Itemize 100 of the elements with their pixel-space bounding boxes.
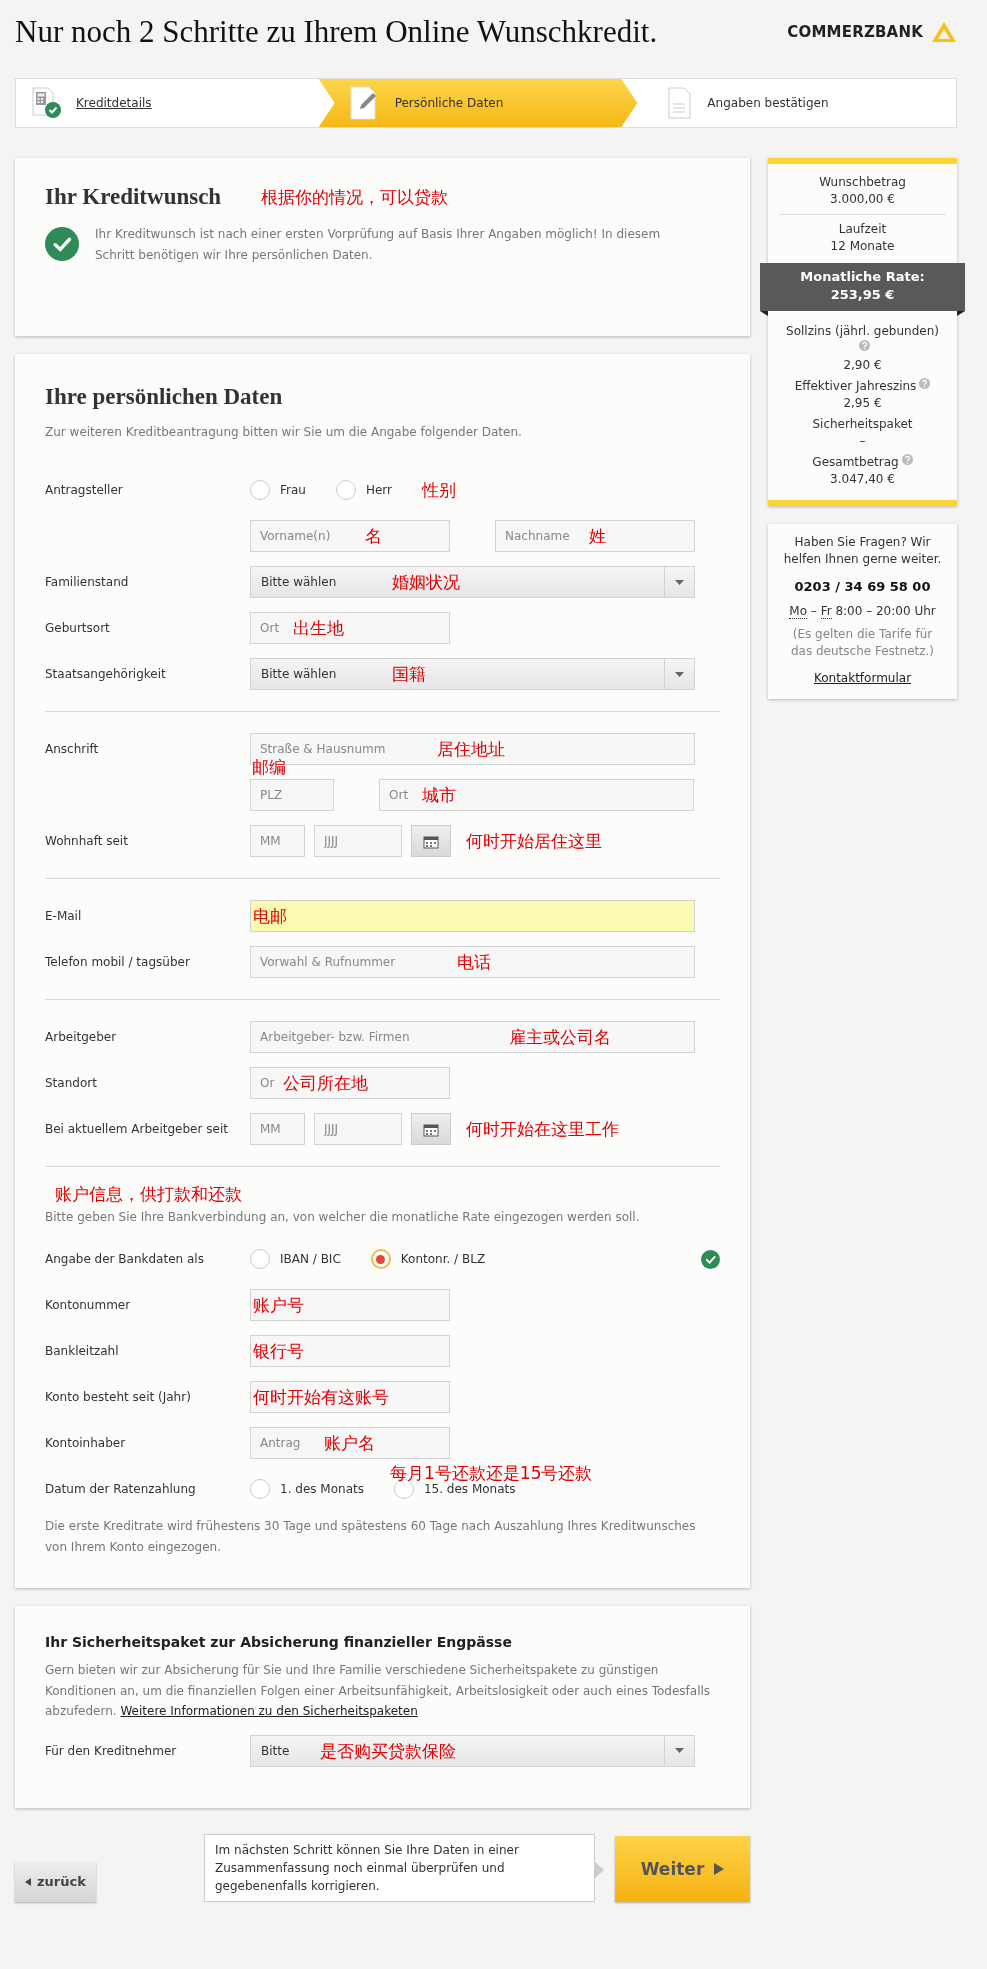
triangle-right-icon: [714, 1862, 725, 1875]
select-field[interactable]: Bitte wählen 国籍: [250, 658, 695, 690]
help-text: Haben Sie Fragen? Wir helfen Ihnen gerne weiter.: [782, 534, 943, 568]
annotation: 雇主或公司名: [508, 1027, 611, 1047]
select-field[interactable]: Bitte wählen 婚姻状况: [250, 566, 695, 598]
radio-label[interactable]: IBAN / BIC: [280, 1252, 341, 1266]
hours-separator: –: [809, 604, 818, 618]
next-button[interactable]: Weiter: [615, 1835, 750, 1902]
annotation: 是否购买贷款保险: [320, 1740, 457, 1761]
info-text: Ihr Kreditwunsch ist nach einer ersten Vorprüfung auf Basis Ihrer Angaben möglich! In diesem Schritt benötigen wir Ihre persönlichen Daten.: [95, 226, 662, 264]
field-label: Familienstand: [45, 575, 129, 589]
radio-button[interactable]: [370, 1249, 391, 1269]
annotation: 银行号: [253, 1341, 304, 1361]
section-title: Ihr Sicherheitspaket zur Absicherung finanzieller Engpässe: [45, 1634, 513, 1650]
field-label: Bankleitzahl: [45, 1344, 119, 1358]
info-bubble: Im nächsten Schritt können Sie Ihre Daten in einer Zusammenfassung noch einmal überprüfen und gegebenenfalls korrigieren.: [204, 1833, 595, 1902]
opening-hours: 8:00 – 20:00 Uhr: [834, 604, 936, 618]
radio-label[interactable]: 15. des Monats: [423, 1482, 516, 1496]
card-title: Ihr Kreditwunsch: [45, 184, 222, 210]
annotation: 电话: [457, 952, 492, 972]
annotation: 何时开始有这账号: [253, 1387, 389, 1407]
field-label: Kontoinhaber: [45, 1436, 126, 1450]
summary-label: Laufzeit: [837, 221, 888, 238]
select-field[interactable]: Bitte 是否购买贷款保险: [250, 1734, 695, 1767]
caret-icon: [675, 671, 684, 677]
summary-label: Sollzins (jährl. gebunden): [786, 324, 939, 338]
input-field[interactable]: [250, 1381, 450, 1413]
annotation: 电邮: [253, 906, 287, 926]
field-label: Konto besteht seit (Jahr): [45, 1390, 191, 1404]
radio-label[interactable]: Kontonr. / BLZ: [400, 1252, 486, 1266]
field-label: Arbeitgeber: [45, 1030, 117, 1044]
field-label: Antragsteller: [45, 483, 123, 497]
input-field[interactable]: JJJJ: [314, 1113, 402, 1145]
field-label: Standort: [45, 1076, 97, 1090]
calculator-check-icon: [30, 87, 62, 119]
annotation: 何时开始居住这里: [466, 831, 602, 851]
info-text: Gern bieten wir zur Absicherung für Sie und Ihre Familie verschiedene Sicherheitspakete zu günstigen Konditionen an, um die finanziellen Folgen einer Arbeitsunfähigkeit, Arbeitslosigkeit oder auch eines Todesfalls abzufedern. Weitere Informationen zu den Sicherheitspaketen: [45, 1662, 712, 1720]
input-field[interactable]: PLZ: [250, 779, 334, 811]
input-field[interactable]: MM: [250, 1113, 305, 1145]
annotation: 账户信息，供打款和还款: [55, 1184, 242, 1204]
caret-icon: [675, 1748, 684, 1753]
weekday-label: Fr: [820, 604, 832, 619]
field-label: Kontonummer: [45, 1298, 131, 1312]
field-label: Datum der Ratenzahlung: [45, 1482, 196, 1496]
annotation: 城市: [421, 785, 456, 805]
summary-label: Wunschbetrag: [818, 174, 907, 191]
document-icon: [667, 86, 694, 120]
radio-button[interactable]: [250, 1249, 270, 1269]
bubble-pointer-icon: [595, 1861, 604, 1878]
field-label: Angabe der Bankdaten als: [45, 1252, 204, 1266]
radio-label[interactable]: 1. des Monats: [280, 1482, 364, 1496]
info-link[interactable]: Weitere Informationen zu den Sicherheitspaketen: [120, 1704, 418, 1718]
annotation: 公司所在地: [282, 1073, 368, 1093]
hint-text: Bitte geben Sie Ihre Bankverbindung an, von welcher die monatliche Rate eingezogen werden soll.: [45, 1209, 641, 1226]
phone-number: 0203 / 34 69 58 00: [793, 578, 932, 595]
rate-value: 253,95 €: [829, 286, 896, 304]
radio-label[interactable]: Frau: [280, 483, 306, 497]
annotation: 根据你的情况，可以贷款: [261, 187, 449, 207]
summary-value: 2,90 €: [842, 357, 883, 374]
summary-value: 2,95 €: [842, 395, 883, 412]
intro-text: Zur weiteren Kreditbeantragung bitten wir Sie um die Angabe folgender Daten.: [45, 424, 523, 441]
field-label: Bei aktuellem Arbeitgeber seit: [45, 1122, 228, 1136]
field-label: Für den Kreditnehmer: [45, 1743, 177, 1758]
logo-text: COMMERZBANK: [787, 23, 923, 41]
radio-button[interactable]: [335, 480, 356, 500]
back-button[interactable]: zurück: [15, 1861, 96, 1902]
summary-value: 3.000,00 €: [829, 191, 896, 208]
summary-value: 3.047,40 €: [829, 471, 896, 488]
field-label: Anschrift: [45, 742, 99, 756]
input-field[interactable]: [250, 1289, 450, 1321]
input-field[interactable]: [250, 1335, 450, 1367]
page-title: Nur noch 2 Schritte zu Ihrem Online Wunschkredit.: [15, 14, 658, 50]
weekday-label: Mo: [789, 604, 807, 619]
radio-button[interactable]: [250, 480, 270, 500]
field-label: Wohnhaft seit: [45, 834, 128, 848]
contact-link[interactable]: Kontaktformular: [813, 671, 912, 685]
summary-label: Effektiver Jahreszins: [794, 379, 917, 393]
annotation: 国籍: [392, 664, 427, 684]
radio-label[interactable]: Herr: [365, 483, 392, 497]
card-title: Ihre persönlichen Daten: [45, 384, 284, 410]
annotation: 性别: [422, 480, 456, 500]
calendar-button[interactable]: [411, 1113, 451, 1145]
input-field[interactable]: MM: [250, 825, 305, 857]
input-field[interactable]: [250, 900, 695, 932]
calendar-icon: [423, 833, 439, 849]
calendar-button[interactable]: [411, 825, 451, 857]
annotation: 出生地: [292, 618, 344, 638]
annotation: 名: [364, 526, 382, 546]
triangle-left-icon: [25, 1877, 31, 1886]
summary-value: –: [858, 433, 867, 450]
progress-step[interactable]: Persönliche Daten: [318, 79, 638, 127]
input-field[interactable]: JJJJ: [314, 825, 402, 857]
summary-value: 12 Monate: [829, 238, 896, 255]
annotation: 账户名: [323, 1433, 375, 1453]
field-label: Telefon mobil / tagsüber: [45, 955, 190, 969]
annotation: 婚姻状况: [392, 572, 461, 592]
field-label: Staatsangehörigkeit: [45, 667, 166, 681]
hint-text: Die erste Kreditrate wird frühestens 30 Tage und spätestens 60 Tage nach Auszahlung Ihres Kreditwunsches von Ihrem Konto eingezogen.: [45, 1518, 697, 1556]
radio-button[interactable]: [250, 1479, 270, 1499]
calendar-icon: [423, 1121, 439, 1137]
